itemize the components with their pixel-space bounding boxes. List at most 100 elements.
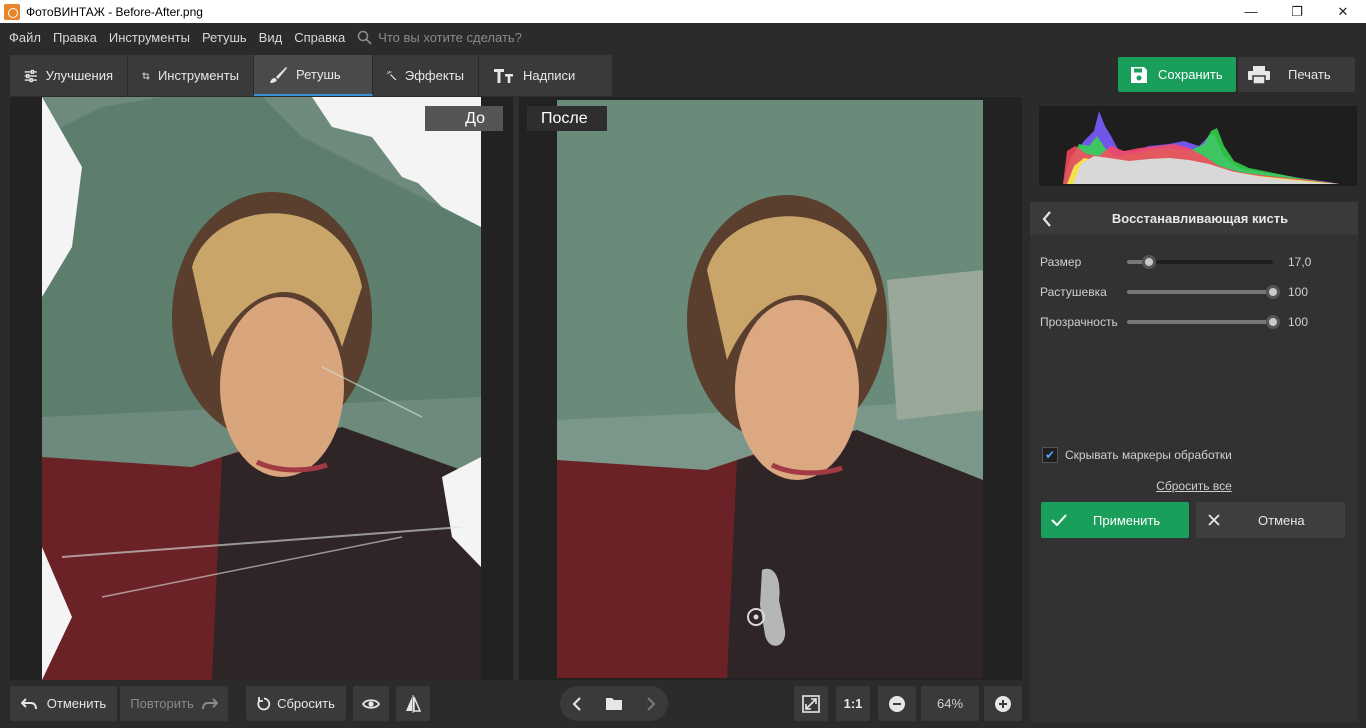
close-button[interactable]: ✕ <box>1320 0 1366 23</box>
main-tabs: Улучшения Инструменты Ретушь Эффекты Над… <box>10 55 613 96</box>
fit-screen-icon <box>802 694 820 713</box>
undo-button[interactable]: Отменить <box>10 686 117 721</box>
right-panel: Восстанавливающая кисть Размер 17,0 Раст… <box>1030 97 1366 728</box>
slider-handle[interactable] <box>1266 315 1280 329</box>
tab-retouch[interactable]: Ретушь <box>254 55 373 96</box>
slider-handle[interactable] <box>1141 255 1156 269</box>
text-icon <box>494 68 513 83</box>
menu-tools[interactable]: Инструменты <box>109 30 190 45</box>
printer-icon <box>1248 65 1270 84</box>
cancel-label: Отмена <box>1258 512 1305 528</box>
reset-button[interactable]: Сбросить <box>246 686 346 721</box>
fit-to-screen-button[interactable] <box>794 686 828 721</box>
preview-toggle-button[interactable] <box>353 686 389 721</box>
search-icon <box>357 30 372 45</box>
before-image <box>42 97 481 680</box>
split-divider[interactable] <box>513 97 519 680</box>
size-slider[interactable] <box>1127 255 1273 269</box>
print-label: Печать <box>1288 67 1331 82</box>
title-bar: ФотоВИНТАЖ - Before-After.png — ❐ ✕ <box>0 0 1366 23</box>
size-slider-row: Размер 17,0 <box>1040 252 1340 272</box>
maximize-button[interactable]: ❐ <box>1274 0 1320 23</box>
search-placeholder: Что вы хотите сделать? <box>378 30 522 45</box>
tab-label: Инструменты <box>157 68 239 83</box>
undo-icon <box>20 697 37 709</box>
image-navigation <box>560 686 668 721</box>
brush-icon <box>270 66 287 83</box>
feather-slider-row: Растушевка 100 <box>1040 282 1340 302</box>
tab-tools[interactable]: Инструменты <box>128 55 254 96</box>
canvas-area[interactable]: До После <box>10 97 1022 680</box>
zoom-in-button[interactable] <box>984 686 1022 721</box>
reset-label: Сбросить <box>277 696 335 711</box>
split-view-icon <box>406 694 421 713</box>
compare-view-button[interactable] <box>396 686 430 721</box>
menu-edit[interactable]: Правка <box>53 30 97 45</box>
floppy-disk-icon <box>1131 66 1147 83</box>
chevron-left-icon[interactable] <box>572 696 582 711</box>
crop-icon <box>142 71 150 80</box>
undo-label: Отменить <box>46 696 107 711</box>
redo-label: Повторить <box>130 696 194 711</box>
chevron-right-icon[interactable] <box>646 696 656 711</box>
tab-label: Надписи <box>523 68 576 83</box>
opacity-value: 100 <box>1288 315 1309 329</box>
reset-icon <box>257 696 271 710</box>
menu-file[interactable]: Файл <box>9 30 41 45</box>
hide-markers-checkbox[interactable]: ✔ <box>1042 447 1058 463</box>
redo-icon <box>201 697 218 709</box>
print-button[interactable]: Печать <box>1238 57 1355 92</box>
bottom-toolbar: Отменить Повторить Сбросить 1:1 64% <box>0 680 1030 728</box>
panel-header: Восстанавливающая кисть <box>1030 202 1358 235</box>
hide-markers-label: Скрывать маркеры обработки <box>1065 448 1232 462</box>
tab-label: Улучшения <box>45 68 113 83</box>
opacity-slider-row: Прозрачность 100 <box>1040 312 1340 332</box>
magic-wand-icon <box>387 70 397 80</box>
reset-all-link[interactable]: Сбросить все <box>1030 479 1358 493</box>
size-label: Размер <box>1040 255 1082 269</box>
eye-icon <box>362 698 380 709</box>
menu-retouch[interactable]: Ретушь <box>202 30 247 45</box>
menu-help[interactable]: Справка <box>294 30 345 45</box>
save-button[interactable]: Сохранить <box>1118 57 1236 92</box>
opacity-slider[interactable] <box>1127 315 1280 329</box>
feather-value: 100 <box>1288 285 1309 299</box>
before-label: До <box>425 106 503 131</box>
feather-label: Растушевка <box>1040 285 1107 299</box>
hide-markers-option[interactable]: ✔ Скрывать маркеры обработки <box>1042 447 1232 463</box>
checkmark-icon <box>1051 514 1067 526</box>
tab-enhancements[interactable]: Улучшения <box>10 55 128 96</box>
apply-button[interactable]: Применить <box>1041 502 1189 538</box>
redo-button[interactable]: Повторить <box>120 686 228 721</box>
tab-effects[interactable]: Эффекты <box>373 55 479 96</box>
actual-size-button[interactable]: 1:1 <box>836 686 870 721</box>
apply-label: Применить <box>1093 512 1161 528</box>
app-logo-icon <box>4 3 20 20</box>
save-label: Сохранить <box>1158 67 1223 82</box>
sliders-icon <box>24 69 37 82</box>
tab-label: Ретушь <box>296 67 341 82</box>
tab-captions[interactable]: Надписи <box>479 55 613 96</box>
after-photo <box>557 100 983 678</box>
minimize-button[interactable]: — <box>1228 0 1274 23</box>
cancel-button[interactable]: Отмена <box>1196 502 1345 538</box>
before-photo <box>42 97 481 680</box>
zoom-level: 64% <box>921 686 979 721</box>
size-value: 17,0 <box>1288 255 1312 269</box>
healing-brush-panel: Восстанавливающая кисть Размер 17,0 Раст… <box>1030 202 1358 722</box>
folder-icon[interactable] <box>605 697 623 711</box>
after-label: После <box>527 106 607 131</box>
search-box[interactable]: Что вы хотите сделать? <box>357 30 522 45</box>
after-image <box>557 100 983 678</box>
slider-handle[interactable] <box>1266 285 1280 299</box>
zoom-out-button[interactable] <box>878 686 916 721</box>
close-icon <box>1208 514 1220 526</box>
tab-label: Эффекты <box>404 68 464 83</box>
chevron-left-icon[interactable] <box>1042 211 1052 227</box>
minus-circle-icon <box>889 695 905 712</box>
menu-view[interactable]: Вид <box>259 30 283 45</box>
feather-slider[interactable] <box>1127 285 1280 299</box>
window-title: ФотоВИНТАЖ - Before-After.png <box>26 4 203 19</box>
plus-circle-icon <box>995 695 1011 712</box>
opacity-label: Прозрачность <box>1040 315 1118 329</box>
